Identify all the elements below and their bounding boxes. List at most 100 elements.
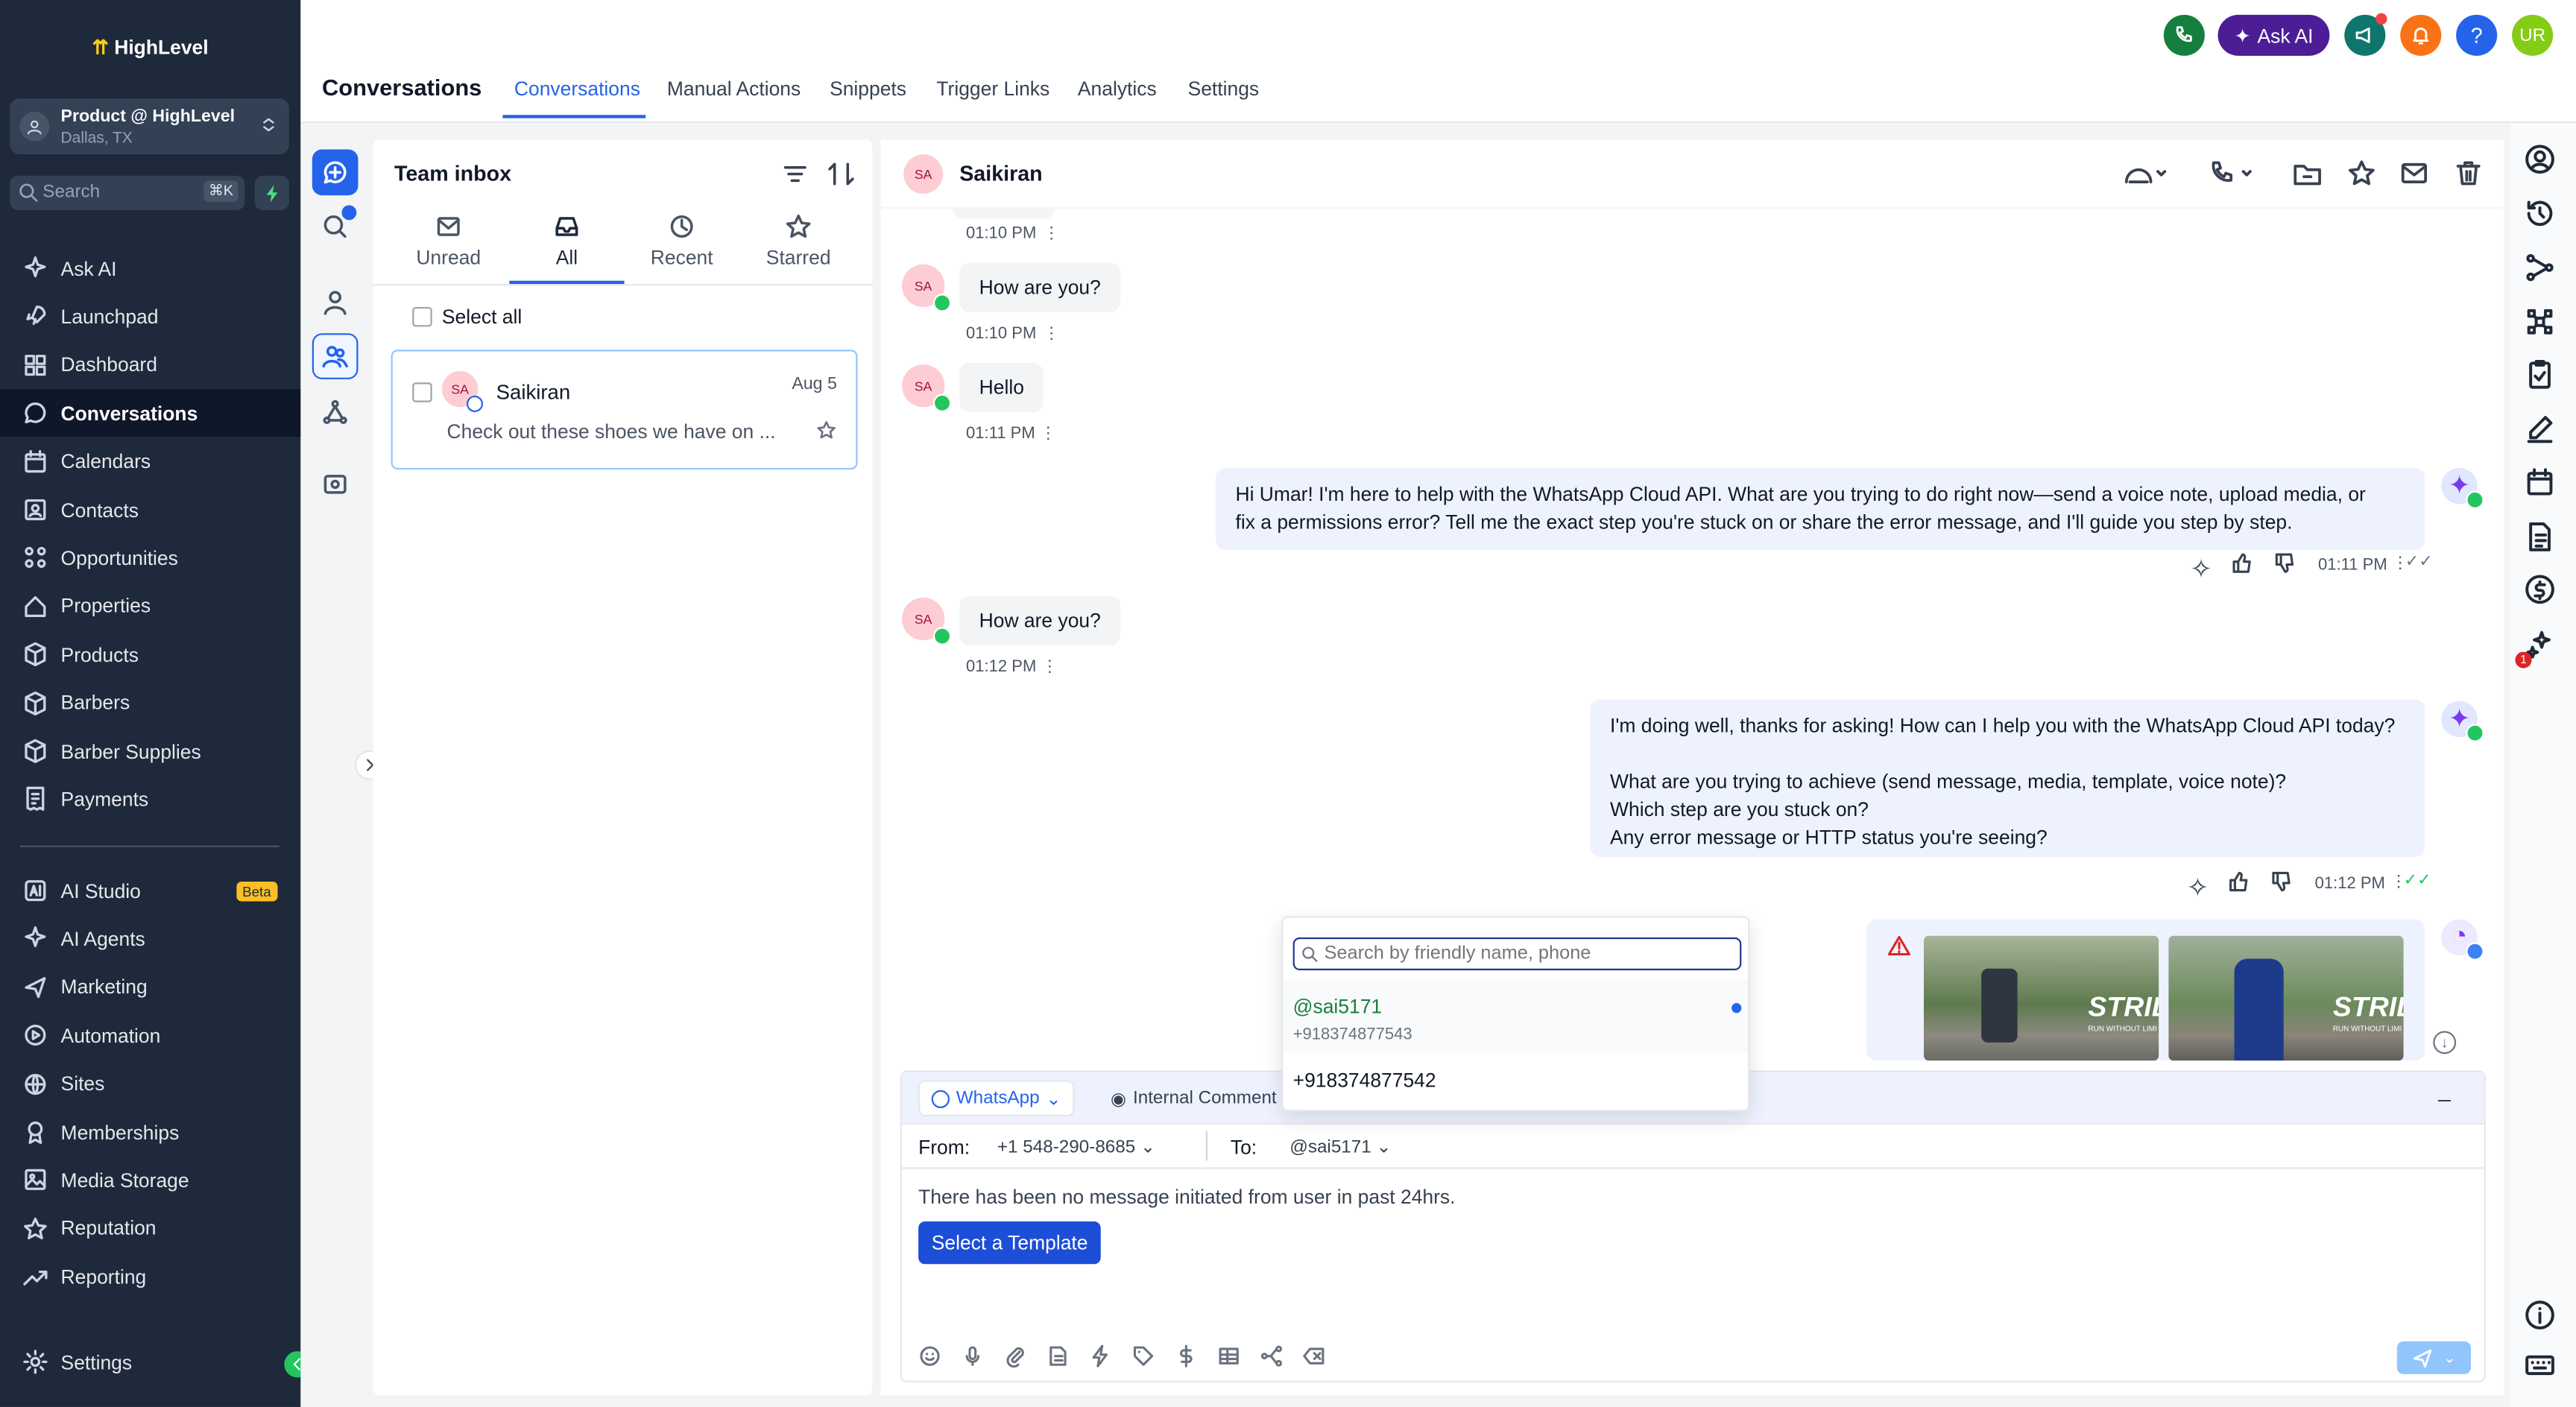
payments-icon[interactable] [2525,575,2555,604]
sidebar-item-launchpad[interactable]: Launchpad [0,293,300,341]
message-menu-icon[interactable]: ⋮ [1040,426,1056,443]
scroll-down-icon[interactable]: ↓ [2433,1031,2457,1055]
pipeline-icon[interactable] [2525,253,2555,282]
tasks-icon[interactable] [2525,359,2555,389]
channel-selector[interactable]: WhatsApp ⌄ [918,1080,1075,1117]
call-dropdown-icon[interactable] [2205,159,2258,187]
workflow-icon[interactable] [312,389,359,435]
recipient-search-input[interactable] [1292,937,1742,970]
mail-icon[interactable] [2400,159,2428,187]
sidebar-item-settings[interactable]: Settings [0,1338,300,1385]
search-conversations-icon[interactable] [312,203,359,250]
sidebar-item-barbers[interactable]: Barbers [0,679,300,727]
user-avatar[interactable]: UR [2512,14,2554,56]
sidebar-item-payments[interactable]: Payments [0,776,300,823]
star-icon[interactable] [816,420,836,440]
thumbs-up-icon[interactable] [2231,551,2254,575]
clear-icon[interactable] [1303,1344,1326,1368]
tab-unread[interactable]: Unread [391,213,506,269]
keyboard-icon[interactable] [2525,1350,2555,1379]
message-menu-icon[interactable]: ⋮ [1041,658,1058,676]
phone-icon[interactable] [2163,14,2205,56]
minimize-icon[interactable]: – [2438,1085,2451,1111]
tab-recent[interactable]: Recent [625,213,739,269]
sidebar-item-products[interactable]: Products [0,630,300,678]
calendar-icon[interactable] [2525,468,2555,498]
thumbs-up-icon[interactable] [2228,870,2251,894]
send-button[interactable]: ⌄ [2396,1341,2471,1374]
message-menu-icon[interactable]: ⋮ [1044,225,1060,243]
attachment-icon[interactable] [1004,1344,1027,1368]
info-icon[interactable] [2525,1300,2555,1330]
tab-manual-actions[interactable]: Manual Actions [667,78,801,101]
tab-snippets[interactable]: Snippets [830,78,906,101]
sidebar-item-dashboard[interactable]: Dashboard [0,341,300,389]
document-icon[interactable] [2525,522,2555,552]
dollar-icon[interactable] [1175,1344,1198,1368]
workflow-icon[interactable] [1260,1344,1284,1368]
sidebar-item-conversations[interactable]: Conversations [0,389,301,437]
ai-magic-icon[interactable]: ✧ [2190,553,2212,586]
sidebar-item-reporting[interactable]: Reporting [0,1253,300,1300]
sidebar-item-barber-supplies[interactable]: Barber Supplies [0,727,300,775]
microphone-icon[interactable] [961,1344,984,1368]
brand-logo[interactable]: ⇈ HighLevel [0,36,300,59]
from-number-select[interactable]: +1 548-290-8685 ⌄ [997,1136,1155,1157]
sort-icon[interactable] [828,161,854,187]
recipient-option[interactable]: +918374877542 [1293,1069,1436,1092]
sidebar-item-marketing[interactable]: Marketing [0,964,300,1011]
internal-comment-tab[interactable]: ◉ Internal Comment [1099,1081,1289,1116]
team-inbox-icon[interactable] [312,333,359,379]
lightning-icon[interactable] [1089,1344,1112,1368]
new-conversation-icon[interactable] [312,149,359,196]
sidebar-item-memberships[interactable]: Memberships [0,1108,300,1156]
preview-icon[interactable] [312,461,359,508]
emoji-icon[interactable] [918,1344,941,1368]
product-image[interactable]: STRID RUN WITHOUT LIMI [1924,935,2159,1061]
sidebar-item-reputation[interactable]: Reputation [0,1205,300,1253]
conversation-checkbox[interactable] [412,382,432,402]
ai-bot-dropdown-icon[interactable] [2119,159,2172,187]
tab-conversations[interactable]: Conversations [514,78,640,101]
help-icon[interactable]: ? [2456,14,2498,56]
thumbs-down-icon[interactable] [2270,870,2294,894]
history-icon[interactable] [2525,199,2555,229]
ask-ai-button[interactable]: ✦ Ask AI [2217,14,2330,56]
thumbs-down-icon[interactable] [2273,551,2296,575]
sidebar-item-sites[interactable]: Sites [0,1060,300,1107]
network-icon[interactable] [2525,307,2555,337]
recipient-option-selected[interactable]: @sai5171 +918374877543 [1283,980,1749,1053]
star-icon[interactable] [2348,159,2375,187]
bell-icon[interactable] [2400,14,2442,56]
product-image[interactable]: STRID RUN WITHOUT LIMI [2168,935,2404,1061]
select-all-checkbox[interactable] [412,306,432,327]
table-icon[interactable] [1217,1344,1240,1368]
tab-trigger-links[interactable]: Trigger Links [936,78,1049,101]
sidebar-item-properties[interactable]: Properties [0,583,300,630]
tab-all[interactable]: All [509,213,624,269]
folder-icon[interactable] [2294,159,2321,187]
sidebar-item-ai-studio[interactable]: AI Studio Beta [0,867,300,914]
trash-icon[interactable] [2455,159,2482,187]
message-menu-icon[interactable]: ⋮ [1044,325,1060,343]
contact-name[interactable]: Saikiran [959,161,1043,186]
ai-magic-icon[interactable]: ✧ [2187,872,2209,905]
megaphone-icon[interactable] [2344,13,2387,56]
tab-analytics[interactable]: Analytics [1078,78,1157,101]
sidebar-item-ai-agents[interactable]: AI Agents [0,915,300,963]
tab-starred[interactable]: Starred [741,213,856,269]
sidebar-item-contacts[interactable]: Contacts [0,486,300,534]
filter-icon[interactable] [782,161,808,187]
select-template-button[interactable]: Select a Template [918,1221,1102,1265]
sidebar-item-media-storage[interactable]: Media Storage [0,1157,300,1204]
tab-settings[interactable]: Settings [1188,78,1260,101]
location-switcher[interactable]: Product @ HighLevel Dallas, TX [10,98,289,155]
sidebar-item-opportunities[interactable]: Opportunities [0,534,300,582]
my-inbox-icon[interactable] [312,279,359,326]
quick-action-bolt-icon[interactable] [254,175,289,210]
conversation-item[interactable]: SA Saikiran Aug 5 Check out these shoes … [391,350,858,470]
sidebar-item-calendars[interactable]: Calendars [0,437,300,485]
document-icon[interactable] [1046,1344,1070,1368]
sidebar-item-automation[interactable]: Automation [0,1011,300,1059]
notes-pen-icon[interactable] [2525,414,2555,443]
